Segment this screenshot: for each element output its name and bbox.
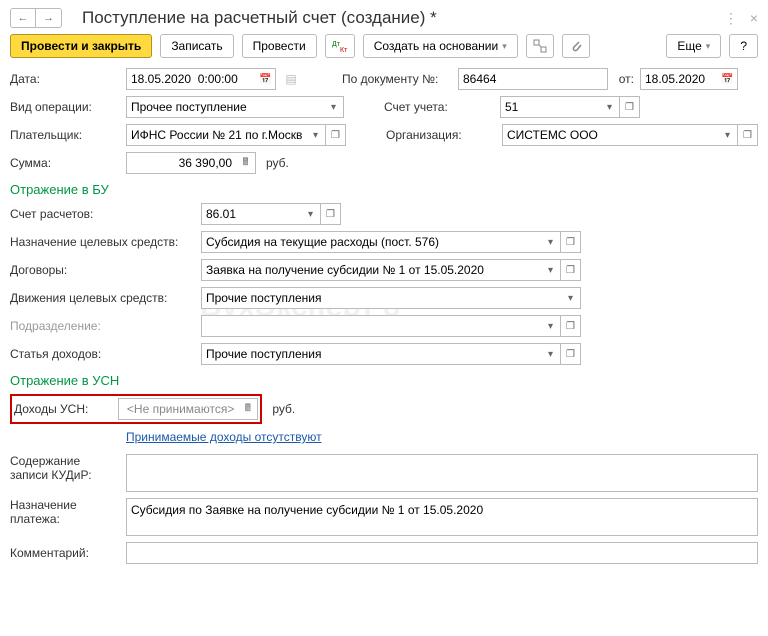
kudir-label: Содержание записи КУДиР:	[10, 454, 120, 482]
chevron-down-icon[interactable]: ▾	[718, 124, 738, 146]
open-icon[interactable]: ❐	[738, 124, 758, 146]
usn-section-title: Отражение в УСН	[10, 373, 758, 388]
menu-icon[interactable]: ⋮	[724, 10, 738, 27]
account-input[interactable]	[500, 96, 600, 118]
movements-label: Движения целевых средств:	[10, 291, 195, 305]
currency-label: руб.	[266, 156, 289, 170]
chevron-down-icon[interactable]: ▾	[541, 259, 561, 281]
usn-currency: руб.	[272, 402, 295, 416]
payment-textarea[interactable]	[126, 498, 758, 536]
calendar-icon[interactable]: 📅	[256, 68, 276, 90]
open-icon[interactable]: ❐	[561, 231, 581, 253]
calendar-icon[interactable]: 📅	[718, 68, 738, 90]
more-button[interactable]: Еще ▾	[666, 34, 721, 58]
comment-label: Комментарий:	[10, 546, 120, 560]
post-button[interactable]: Провести	[242, 34, 317, 58]
page-title: Поступление на расчетный счет (создание)…	[82, 8, 724, 28]
usn-income-label: Доходы УСН:	[14, 402, 88, 416]
doc-mode-icon[interactable]: ▤	[282, 72, 300, 86]
open-icon[interactable]: ❐	[326, 124, 346, 146]
optype-input[interactable]	[126, 96, 324, 118]
attach-icon	[569, 39, 583, 53]
date-label: Дата:	[10, 72, 120, 86]
kudir-textarea[interactable]	[126, 454, 758, 492]
open-icon[interactable]: ❐	[620, 96, 640, 118]
dt-kt-button[interactable]: Дт Кт	[325, 34, 355, 58]
purpose-label: Назначение целевых средств:	[10, 235, 195, 249]
payer-input[interactable]	[126, 124, 306, 146]
subdiv-input[interactable]	[201, 315, 541, 337]
chevron-down-icon[interactable]: ▾	[600, 96, 620, 118]
movements-input[interactable]	[201, 287, 561, 309]
from-date-input[interactable]	[640, 68, 718, 90]
org-label: Организация:	[386, 128, 496, 142]
usn-note-link[interactable]: Принимаемые доходы отсутствуют	[126, 430, 322, 444]
open-icon[interactable]: ❐	[561, 259, 581, 281]
related-button[interactable]	[526, 34, 554, 58]
chevron-down-icon[interactable]: ▾	[301, 203, 321, 225]
docnum-label: По документу №:	[342, 72, 452, 86]
help-button[interactable]: ?	[729, 34, 758, 58]
attach-button[interactable]	[562, 34, 590, 58]
settle-label: Счет расчетов:	[10, 207, 195, 221]
optype-label: Вид операции:	[10, 100, 120, 114]
settle-input[interactable]	[201, 203, 301, 225]
calc-icon[interactable]: 🖩	[238, 398, 258, 420]
open-icon[interactable]: ❐	[561, 315, 581, 337]
nav-back-button[interactable]: ←	[10, 8, 36, 28]
purpose-input[interactable]	[201, 231, 541, 253]
bu-section-title: Отражение в БУ	[10, 182, 758, 197]
chevron-down-icon[interactable]: ▾	[541, 231, 561, 253]
post-and-close-button[interactable]: Провести и закрыть	[10, 34, 152, 58]
chevron-down-icon: ▾	[706, 41, 711, 52]
nav-forward-button[interactable]: →	[36, 8, 62, 28]
income-item-label: Статья доходов:	[10, 347, 195, 361]
chevron-down-icon: ▾	[502, 41, 507, 52]
chevron-down-icon[interactable]: ▾	[541, 343, 561, 365]
chevron-down-icon[interactable]: ▾	[541, 315, 561, 337]
sum-label: Сумма:	[10, 156, 120, 170]
from-label: от:	[614, 72, 634, 86]
payer-label: Плательщик:	[10, 128, 120, 142]
comment-input[interactable]	[126, 542, 758, 564]
payment-label: Назначение платежа:	[10, 498, 120, 526]
contracts-label: Договоры:	[10, 263, 195, 277]
income-item-input[interactable]	[201, 343, 541, 365]
chevron-down-icon[interactable]: ▾	[306, 124, 326, 146]
chevron-down-icon[interactable]: ▾	[324, 96, 344, 118]
save-button[interactable]: Записать	[160, 34, 233, 58]
open-icon[interactable]: ❐	[321, 203, 341, 225]
open-icon[interactable]: ❐	[561, 343, 581, 365]
date-input[interactable]	[126, 68, 256, 90]
org-input[interactable]	[502, 124, 718, 146]
contracts-input[interactable]	[201, 259, 541, 281]
dt-kt-icon: Дт Кт	[332, 39, 348, 53]
svg-text:Кт: Кт	[340, 47, 348, 53]
account-label: Счет учета:	[384, 100, 494, 114]
calc-icon[interactable]: 🖩	[236, 152, 256, 174]
subdiv-label: Подразделение:	[10, 319, 195, 333]
close-icon[interactable]: ×	[750, 10, 758, 27]
sum-input[interactable]	[126, 152, 236, 174]
related-icon	[533, 39, 547, 53]
docnum-input[interactable]	[458, 68, 608, 90]
usn-income-input[interactable]	[118, 398, 238, 420]
chevron-down-icon[interactable]: ▾	[561, 287, 581, 309]
create-based-button[interactable]: Создать на основании ▾	[363, 34, 518, 58]
